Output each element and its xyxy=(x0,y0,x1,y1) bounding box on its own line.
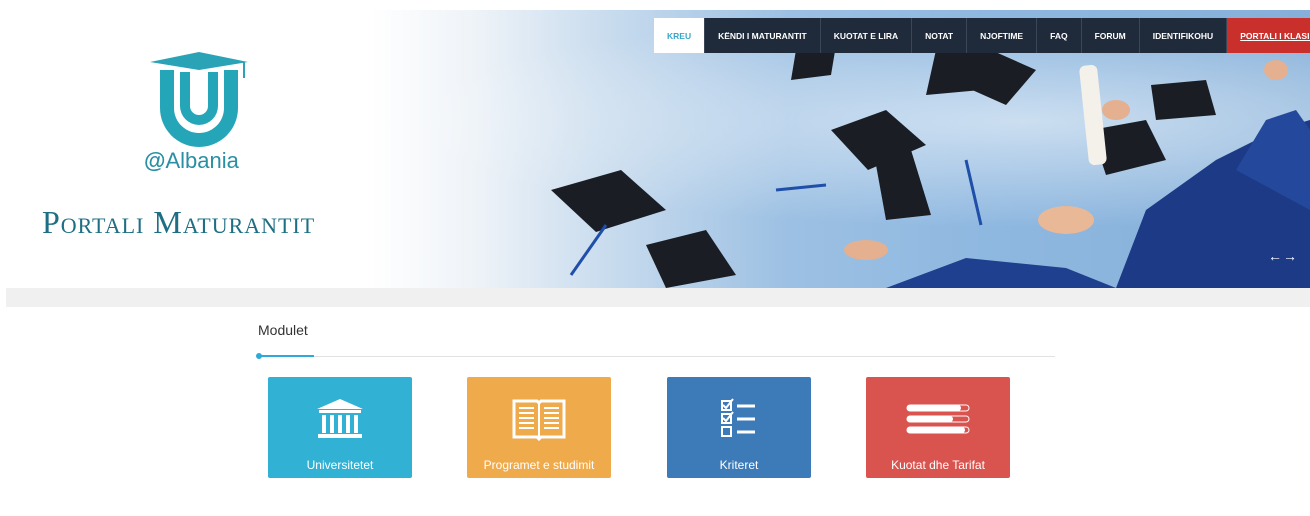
university-icon xyxy=(317,399,363,438)
tile-label: Programet e studimit xyxy=(483,458,595,472)
gray-band xyxy=(6,288,1310,307)
section-divider-dot xyxy=(256,353,262,359)
nav-item-faq[interactable]: FAQ xyxy=(1037,18,1082,53)
logo-wordmark: @Albania xyxy=(144,148,239,173)
nav-item-kreu[interactable]: KREU xyxy=(654,18,706,53)
tile-label: Kuotat dhe Tarifat xyxy=(891,458,985,472)
nav-item-portali-klasifikimit[interactable]: PORTALI I KLASIFIKIMIT xyxy=(1227,18,1310,53)
nav-item-kuotat-lira[interactable]: KUOTAT E LIRA xyxy=(820,18,913,53)
tile-universitetet[interactable]: Universitetet xyxy=(268,377,412,478)
nav-item-identifikohu[interactable]: IDENTIFIKOHU xyxy=(1139,18,1228,53)
nav-item-kendi-maturantit[interactable]: KËNDI I MATURANTIT xyxy=(705,18,821,53)
modules-title: Modulet xyxy=(258,322,308,338)
tile-kuotat-tarifat[interactable]: Kuotat dhe Tarifat xyxy=(866,377,1010,478)
top-navigation: KREU KËNDI I MATURANTIT KUOTAT E LIRA NO… xyxy=(654,18,1310,53)
book-icon xyxy=(512,399,566,441)
tile-label: Kriteret xyxy=(719,458,759,472)
tile-kriteret[interactable]: Kriteret xyxy=(667,377,811,478)
nav-item-forum[interactable]: FORUM xyxy=(1081,18,1140,53)
tile-label: Universitetet xyxy=(306,458,374,472)
section-divider-accent xyxy=(258,355,314,357)
checklist-icon xyxy=(721,398,755,437)
u-logo-icon xyxy=(150,52,248,147)
section-divider xyxy=(258,356,1055,357)
nav-item-njoftime[interactable]: NJOFTIME xyxy=(967,18,1038,53)
nav-item-notat[interactable]: NOTAT xyxy=(912,18,968,53)
portal-title: Portali Maturantit xyxy=(42,204,316,240)
tile-programet-studimit[interactable]: Programet e studimit xyxy=(467,377,611,478)
slider-arrows[interactable]: ←→ xyxy=(1268,248,1298,264)
bars-icon xyxy=(906,404,970,434)
